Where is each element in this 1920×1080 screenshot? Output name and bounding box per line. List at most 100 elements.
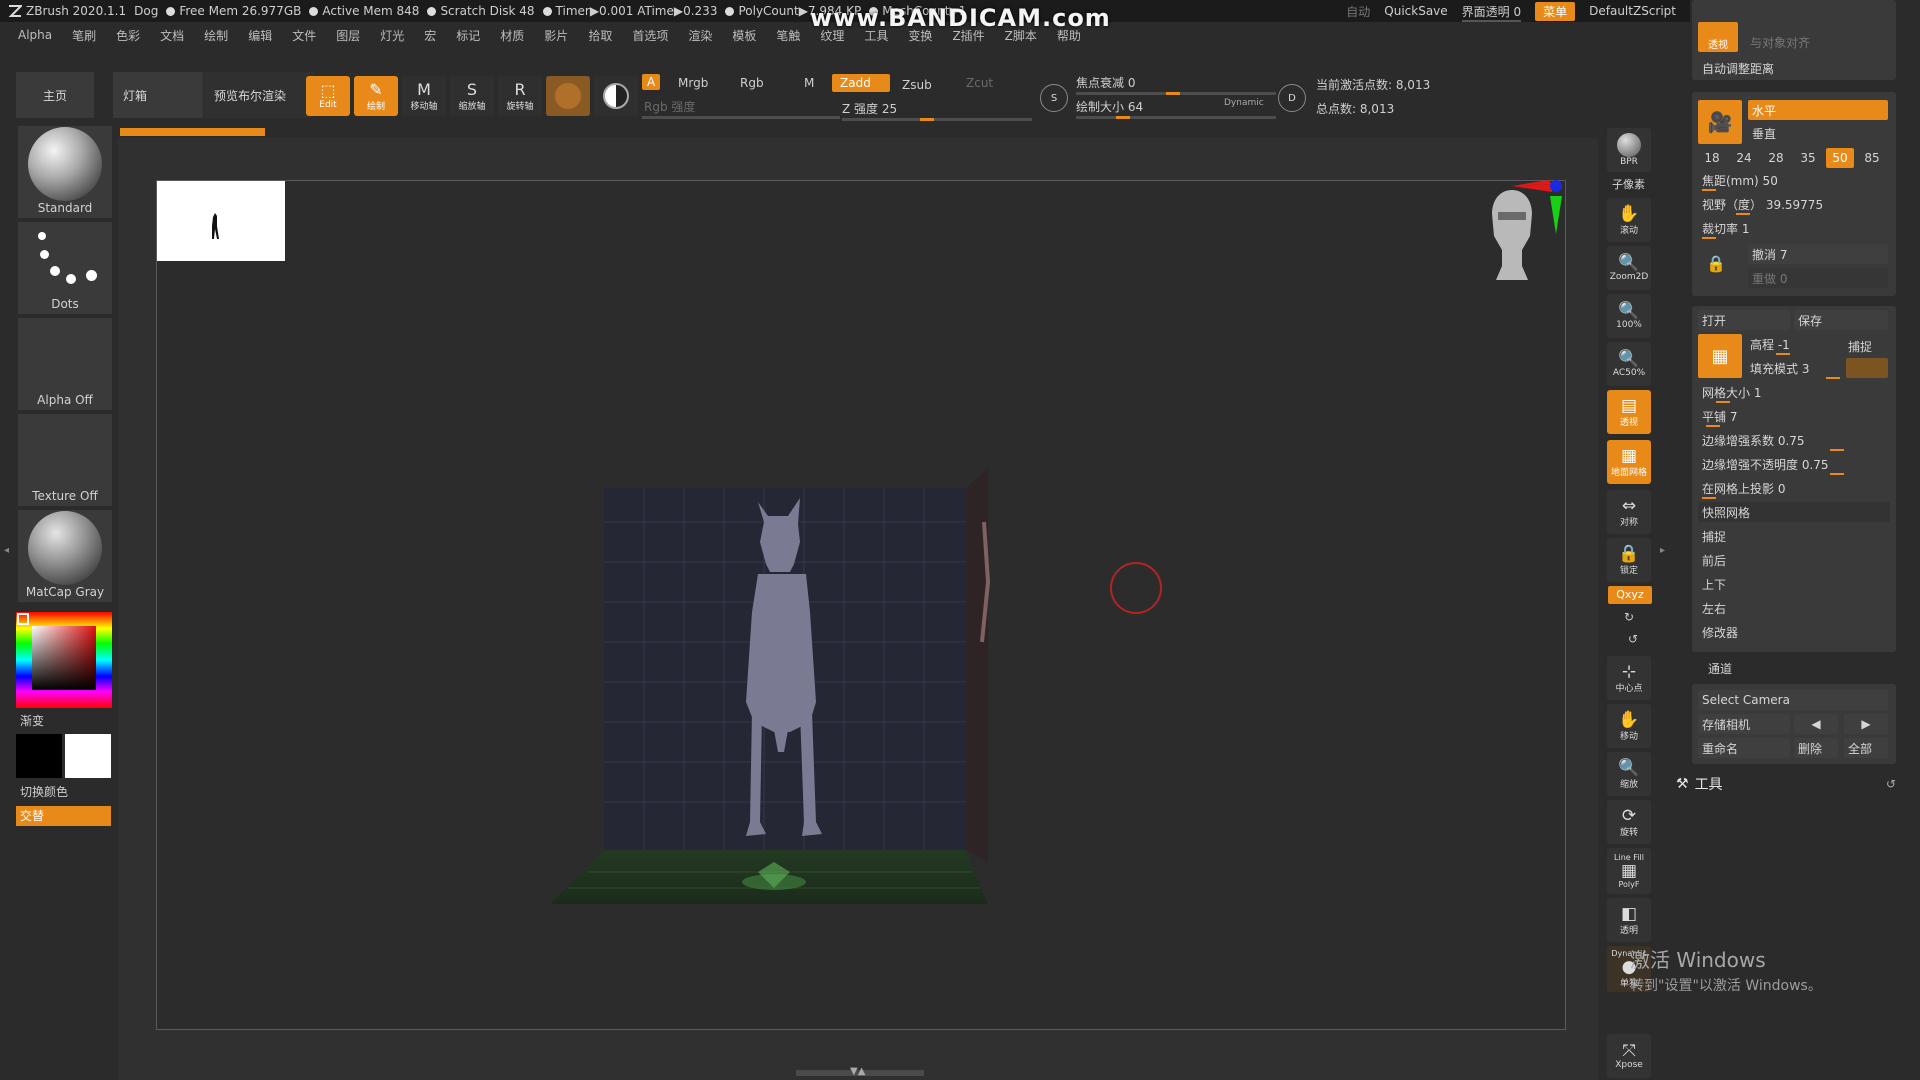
menu-item[interactable]: Z插件 — [952, 27, 984, 44]
menu-item[interactable]: 文件 — [292, 27, 316, 44]
undo-camera-button[interactable]: 撤消 7 — [1748, 244, 1888, 264]
z-intensity-track[interactable] — [842, 118, 1032, 121]
focal-shift-slider[interactable]: 焦点衰减 0 — [1076, 74, 1135, 91]
prev-camera-button[interactable]: ◀ — [1794, 714, 1838, 734]
menu-item[interactable]: Alpha — [18, 28, 52, 42]
zadd-button[interactable]: Zadd — [832, 74, 890, 92]
scroll-button[interactable]: ✋ 滚动 — [1607, 198, 1651, 242]
align-to-object-toggle[interactable]: 与对象对齐 — [1750, 34, 1810, 51]
clip-ratio-slider[interactable]: 裁切率 1 — [1702, 220, 1749, 237]
edge-boost-knob[interactable] — [1830, 449, 1844, 451]
lens-preset-35[interactable]: 35 — [1794, 148, 1822, 168]
rgb-intensity-track[interactable] — [642, 116, 840, 119]
elevation-knob[interactable] — [1776, 353, 1790, 355]
a-chip-button[interactable]: A — [642, 74, 661, 90]
zsub-button[interactable]: Zsub — [902, 78, 932, 92]
actual-size-button[interactable]: 🔍 100% — [1607, 294, 1651, 338]
scene-viewport[interactable] — [548, 462, 998, 912]
up-down-item[interactable]: 上下 — [1698, 574, 1890, 594]
ac50-button[interactable]: 🔍 AC50% — [1607, 342, 1651, 386]
delete-camera-button[interactable]: 删除 — [1794, 738, 1838, 758]
lens-preset-50[interactable]: 50 — [1826, 148, 1854, 168]
menu-item[interactable]: Z脚本 — [1005, 27, 1037, 44]
menu-item[interactable]: 笔触 — [776, 27, 800, 44]
fov-knob[interactable] — [1736, 213, 1750, 215]
menu-item[interactable]: 灯光 — [380, 27, 404, 44]
fill-mode-knob[interactable] — [1826, 377, 1840, 379]
tile-slider[interactable]: 平铺 7 — [1702, 408, 1737, 425]
floor-grid-button[interactable]: ▦ 地面网格 — [1607, 440, 1651, 484]
front-back-item[interactable]: 前后 — [1698, 550, 1890, 570]
menu-item[interactable]: 模板 — [732, 27, 756, 44]
draw-button[interactable]: ✎ 绘制 — [354, 76, 398, 116]
project-on-grid-slider[interactable]: 在网格上投影 0 — [1702, 480, 1785, 497]
reset-icon[interactable]: ↺ — [1886, 777, 1896, 791]
field-of-view-slider[interactable]: 视野（度） 39.59775 — [1702, 196, 1823, 213]
alternate-button[interactable]: 交替 — [16, 806, 111, 826]
menu-item[interactable]: 标记 — [456, 27, 480, 44]
rename-camera-button[interactable]: 重命名 — [1698, 738, 1790, 758]
zcut-button[interactable]: Zcut — [966, 76, 993, 90]
move-view-button[interactable]: ✋ 移动 — [1607, 704, 1651, 748]
menu-item[interactable]: 图层 — [336, 27, 360, 44]
right-tray-collapse-icon[interactable]: ▸ — [1660, 545, 1665, 556]
grid-size-knob[interactable] — [1716, 401, 1730, 403]
scale-button[interactable]: S 缩放轴 — [450, 76, 494, 116]
move-button[interactable]: M 移动轴 — [402, 76, 446, 116]
perspective-button[interactable]: ▤ 透视 — [1607, 390, 1651, 434]
draw-size-slider[interactable]: 绘制大小 64 — [1076, 98, 1143, 115]
quick-grid-button[interactable]: 快照网格 — [1698, 502, 1890, 522]
vertical-toggle[interactable]: 垂直 — [1748, 123, 1888, 143]
lens-preset-85[interactable]: 85 — [1858, 148, 1886, 168]
linefill-polyf-button[interactable]: Line Fill ▦ PolyF — [1607, 848, 1651, 894]
quicksave-button[interactable]: QuickSave — [1384, 4, 1447, 18]
rgb-intensity-slider[interactable]: Rgb 强度 — [644, 98, 695, 115]
select-camera-button[interactable]: Select Camera — [1698, 690, 1888, 710]
color-sphere-button[interactable] — [594, 76, 638, 116]
lens-preset-24[interactable]: 24 — [1730, 148, 1758, 168]
clip-knob[interactable] — [1702, 237, 1716, 239]
rotate-view-button[interactable]: ⟳ 旋转 — [1607, 800, 1651, 844]
zoom2d-button[interactable]: 🔍 Zoom2D — [1607, 246, 1651, 290]
dynamic-size-toggle[interactable]: Dynamic — [1224, 98, 1264, 108]
rotate-z-icon[interactable]: ↺ — [1628, 632, 1638, 646]
snap-toggle[interactable]: 捕捉 — [1848, 338, 1872, 355]
collapse-bottom-icon[interactable]: ▼▲ — [850, 1066, 865, 1077]
menu-item[interactable]: 拾取 — [588, 27, 612, 44]
rgb-button[interactable]: Rgb — [740, 76, 764, 90]
modifiers-item[interactable]: 修改器 — [1698, 622, 1890, 642]
camera-lock-icon[interactable]: 🔒 — [1706, 254, 1726, 273]
tab-home[interactable]: 主页 — [16, 72, 94, 118]
xpose-button[interactable]: ⤧ Xpose — [1607, 1034, 1651, 1078]
secondary-color-swatch[interactable] — [65, 734, 111, 778]
stroke-selector[interactable]: Dots — [18, 222, 112, 314]
left-tray-collapse-icon[interactable]: ◂ — [4, 545, 9, 565]
menu-item[interactable]: 渲染 — [688, 27, 712, 44]
z-intensity-slider[interactable]: Z 强度 25 — [842, 100, 897, 117]
menu-toggle-button[interactable]: 菜单 — [1535, 1, 1576, 21]
orientation-gizmo[interactable] — [1462, 178, 1572, 308]
tab-bpr-preview[interactable]: 预览布尔渲染 — [204, 72, 314, 118]
tool-palette-header[interactable]: ⚒ 工具 ↺ — [1676, 774, 1896, 794]
floor-grid-panel-icon[interactable]: ▦ — [1698, 334, 1742, 378]
project-grid-knob[interactable] — [1702, 497, 1716, 499]
lens-preset-18[interactable]: 18 — [1698, 148, 1726, 168]
texture-selector[interactable]: Texture Off — [18, 414, 112, 506]
scale-view-button[interactable]: 🔍 缩放 — [1607, 752, 1651, 796]
menu-item[interactable]: 首选项 — [632, 27, 668, 44]
color-picker[interactable] — [16, 612, 112, 708]
edit-button[interactable]: ⬚ Edit — [306, 76, 350, 116]
bpr-button[interactable]: BPR — [1607, 128, 1651, 172]
xyz-rotation-button[interactable]: Qxyz — [1608, 586, 1652, 604]
next-camera-button[interactable]: ▶ — [1844, 714, 1888, 734]
left-right-item[interactable]: 左右 — [1698, 598, 1890, 618]
menu-item[interactable]: 纹理 — [820, 27, 844, 44]
open-button[interactable]: 打开 — [1698, 310, 1790, 330]
menu-item[interactable]: 影片 — [544, 27, 568, 44]
store-camera-button[interactable]: 存储相机 — [1698, 714, 1790, 734]
symmetry-button[interactable]: ⇔ 对称 — [1607, 490, 1651, 534]
z-intensity-knob[interactable] — [920, 118, 934, 121]
grid-size-slider[interactable]: 网格大小 1 — [1702, 384, 1761, 401]
rotate-y-icon[interactable]: ↻ — [1624, 610, 1634, 624]
draw-size-knob[interactable] — [1116, 116, 1130, 119]
